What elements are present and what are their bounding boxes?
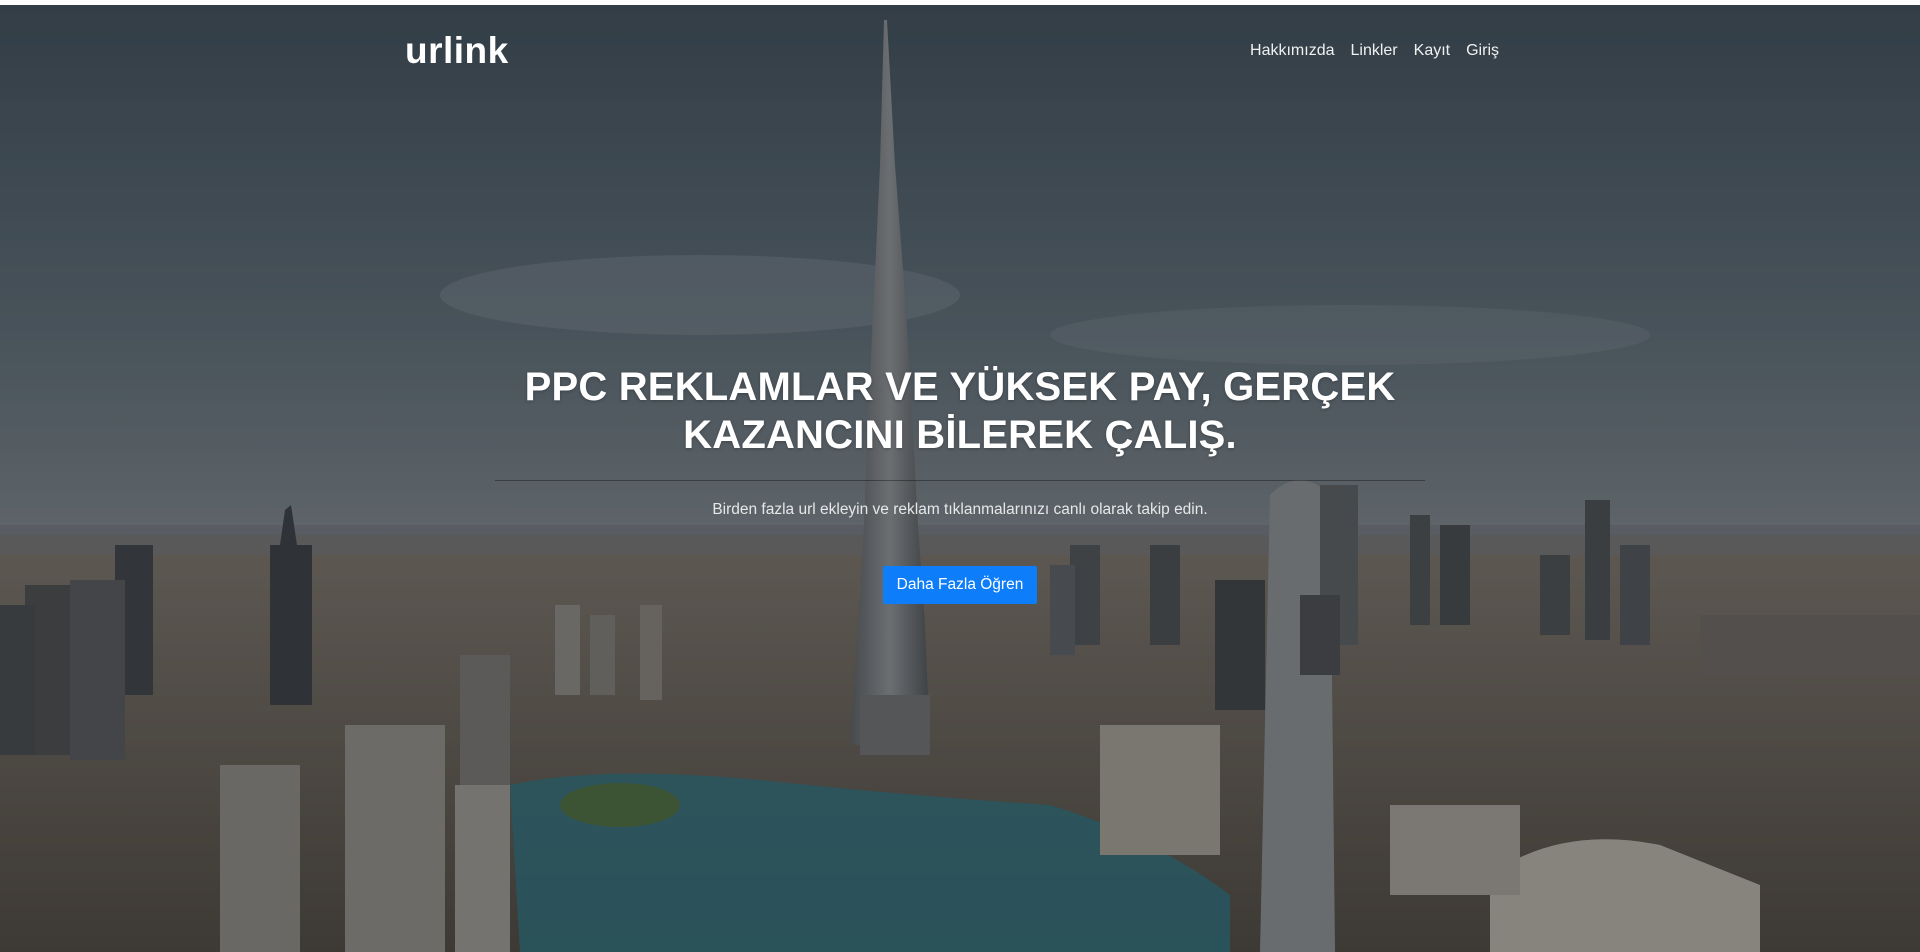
hero-subtext: Birden fazla url ekleyin ve reklam tıkla… <box>712 501 1208 518</box>
navbar: urlink Hakkımızda Linkler Kayıt Giriş <box>405 23 1507 79</box>
hero-section: urlink Hakkımızda Linkler Kayıt Giriş PP… <box>0 5 1920 952</box>
masthead: PPC REKLAMLAR VE YÜKSEK PAY, GERÇEK KAZA… <box>495 363 1425 604</box>
nav-link-links[interactable]: Linkler <box>1343 42 1406 60</box>
nav-link-register[interactable]: Kayıt <box>1406 42 1458 60</box>
learn-more-button[interactable]: Daha Fazla Öğren <box>882 566 1038 604</box>
hero-headline: PPC REKLAMLAR VE YÜKSEK PAY, GERÇEK KAZA… <box>524 365 1396 457</box>
nav-links: Hakkımızda Linkler Kayıt Giriş <box>1242 42 1507 60</box>
nav-link-about[interactable]: Hakkımızda <box>1242 42 1342 60</box>
brand-logo[interactable]: urlink <box>405 30 509 72</box>
divider <box>495 480 1425 481</box>
nav-link-login[interactable]: Giriş <box>1458 42 1507 60</box>
